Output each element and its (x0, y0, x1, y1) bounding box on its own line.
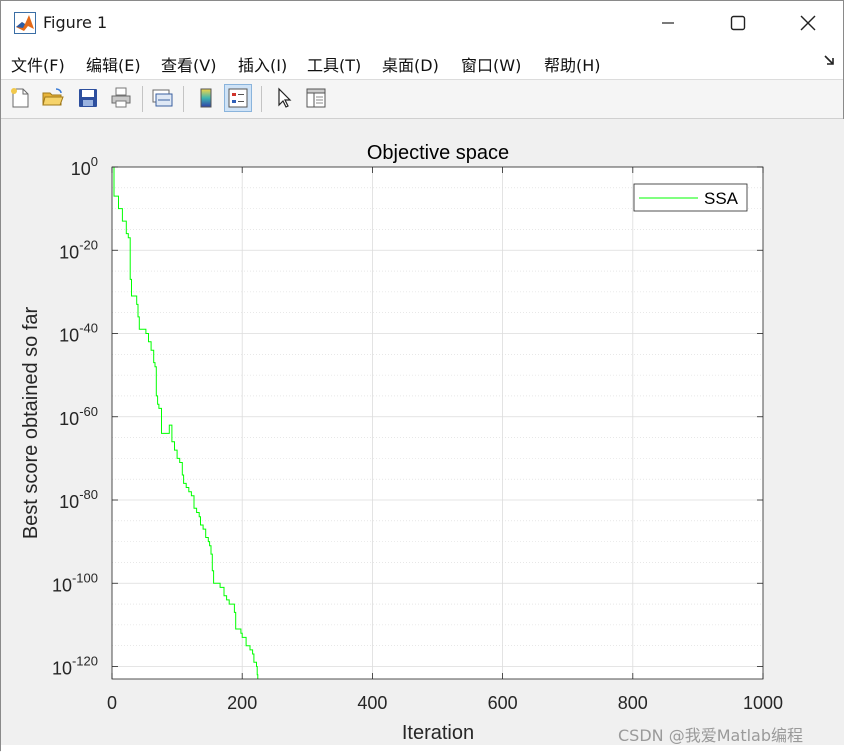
x-tick-label: 400 (357, 693, 387, 713)
x-tick-label: 200 (227, 693, 257, 713)
plot-svg: 100 10-20 10-40 10-60 10-80 10-100 10-120 0 200 4… (20, 142, 783, 744)
y-axis-label: Best score obtained so far (20, 306, 42, 539)
y-tick-label: 10-20 (59, 237, 98, 262)
y-tick-label: 10-120 (52, 654, 98, 679)
x-tick-label: 1000 (743, 693, 783, 713)
chart-title: Objective space (367, 142, 509, 164)
legend-series-label: SSA (704, 189, 739, 208)
y-tick-label: 10-100 (52, 570, 98, 595)
y-tick-label: 10-60 (59, 404, 98, 429)
y-tick-label: 10-40 (59, 321, 98, 346)
y-tick-label: 100 (71, 154, 98, 179)
x-axis-label: Iteration (402, 722, 474, 744)
x-tick-label: 0 (107, 693, 117, 713)
axes-background[interactable] (112, 167, 763, 679)
figure-window: Figure 1 文件(F) 编辑(E) 查看(V) 插入(I) 工具(T) 桌… (0, 0, 844, 752)
x-tick-label: 600 (488, 693, 518, 713)
y-tick-label: 10-80 (59, 487, 98, 512)
x-tick-label: 800 (618, 693, 648, 713)
watermark: CSDN @我爱Matlab编程 (618, 726, 803, 745)
legend[interactable]: SSA (633, 183, 748, 212)
